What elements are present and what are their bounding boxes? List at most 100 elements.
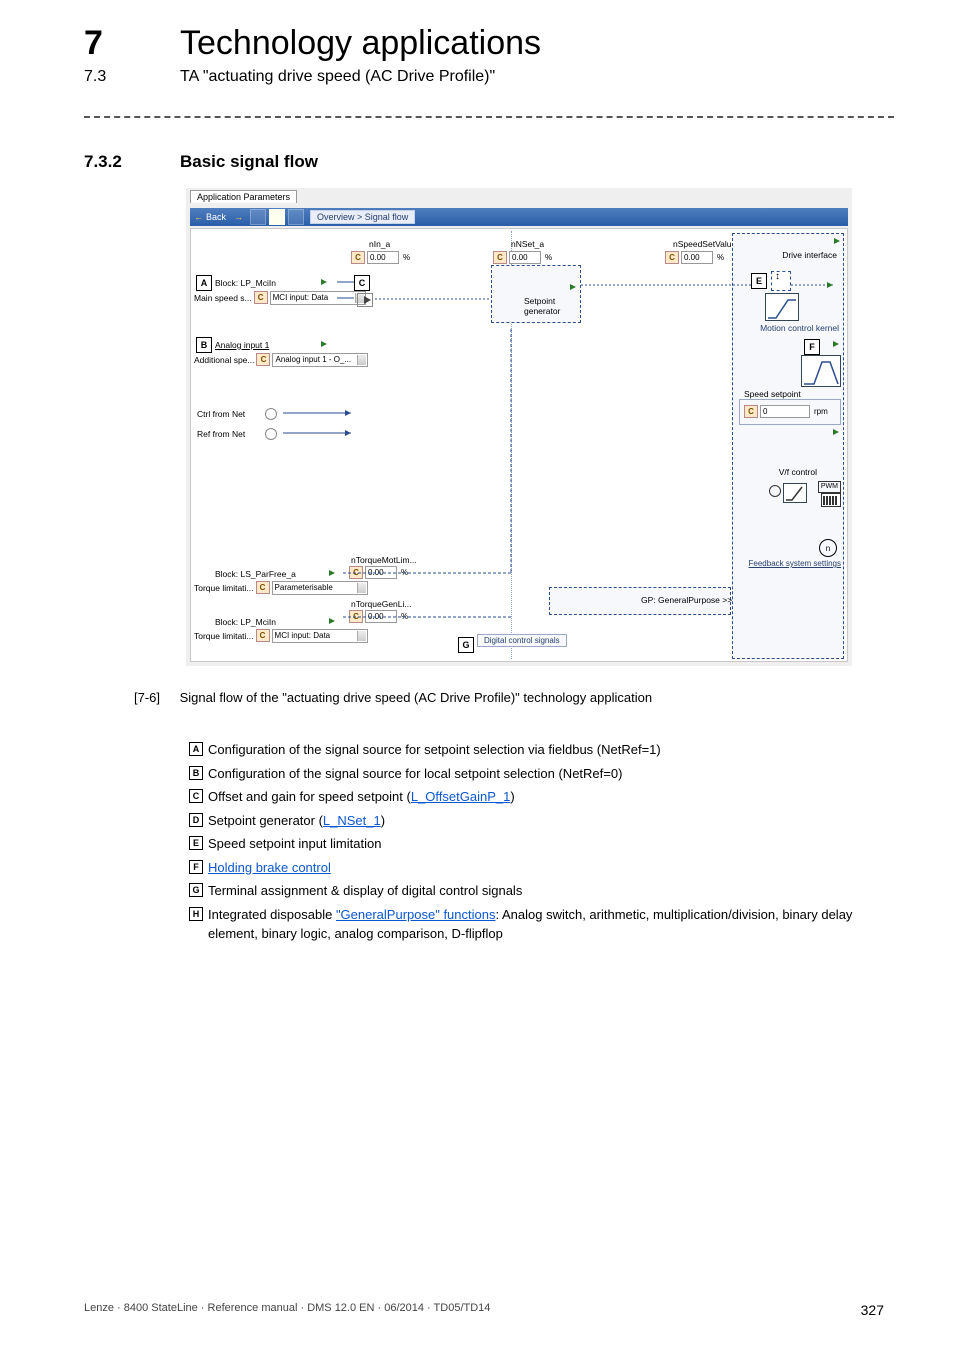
unit-percent: % bbox=[401, 253, 410, 262]
dropdown-main-speed[interactable]: MCI input: Data bbox=[270, 291, 366, 305]
link-l-nset-1[interactable]: L_NSet_1 bbox=[323, 813, 381, 828]
c-chip-icon[interactable]: C bbox=[351, 251, 365, 264]
block-analog-input-1[interactable]: Analog input 1 bbox=[215, 338, 269, 351]
link-l-offsetgainp-1[interactable]: L_OffsetGainP_1 bbox=[411, 789, 511, 804]
divider bbox=[84, 116, 894, 118]
motor-icon: n bbox=[819, 539, 837, 557]
triangle-icon bbox=[364, 296, 371, 304]
vf-ramp-icon[interactable] bbox=[783, 483, 807, 503]
legend-text-d-post: ) bbox=[381, 813, 385, 828]
ramp-icon-e bbox=[765, 293, 799, 321]
arrow-icon bbox=[570, 284, 576, 290]
radio-ref-from-net bbox=[265, 428, 277, 440]
dcs-label: Digital control signals bbox=[477, 634, 567, 647]
marker-f: F bbox=[804, 339, 820, 355]
marker-c: C bbox=[354, 275, 370, 291]
block-title: Block: LP_MciIn bbox=[215, 617, 276, 627]
dropdown-torque-limit-parfree[interactable]: Parameterisable bbox=[272, 581, 368, 595]
updown-arrow-icon: ↕ bbox=[775, 271, 780, 282]
label-nnset-a: nNSet_a bbox=[511, 239, 544, 249]
unit-percent: % bbox=[399, 568, 408, 577]
block-sublabel: Torque limitati... bbox=[194, 583, 254, 593]
link-generalpurpose-functions[interactable]: "GeneralPurpose" functions bbox=[336, 907, 496, 922]
chapter-title: Technology applications bbox=[180, 24, 541, 63]
label-ctrl-from-net: Ctrl from Net bbox=[197, 409, 245, 419]
value-field: 0.00 bbox=[681, 251, 713, 264]
play-button[interactable]: → bbox=[230, 212, 247, 222]
c-chip-icon[interactable]: C bbox=[254, 291, 268, 304]
arrow-icon[interactable] bbox=[321, 279, 327, 285]
block-title: Block: LS_ParFree_a bbox=[215, 569, 296, 579]
block-sublabel: Additional spe... bbox=[194, 355, 254, 365]
marker-b: B bbox=[196, 337, 212, 353]
c-chip-icon[interactable]: C bbox=[349, 566, 363, 579]
value-field: 0.00 bbox=[509, 251, 541, 264]
digital-control-signals-button[interactable]: Digital control signals bbox=[477, 634, 567, 647]
c-chip-icon[interactable]: C bbox=[493, 251, 507, 264]
arrow-icon[interactable] bbox=[329, 618, 335, 624]
label-ntorquegenli: nTorqueGenLi... bbox=[351, 599, 411, 609]
pwm-bars-icon bbox=[821, 493, 841, 507]
setpoint-generator-block[interactable]: Setpoint generator bbox=[491, 265, 581, 323]
unit-percent: % bbox=[715, 253, 724, 262]
marker-g: G bbox=[458, 637, 474, 653]
block-sublabel: Main speed s... bbox=[194, 293, 252, 303]
subsection-number: 7.3.2 bbox=[84, 152, 122, 172]
toolbar-icon-3[interactable] bbox=[288, 209, 304, 225]
setpoint-generator-link[interactable]: Setpoint generator bbox=[524, 296, 560, 316]
key-a: A bbox=[189, 742, 203, 756]
feedback-system-settings-link[interactable]: Feedback system settings bbox=[749, 559, 841, 568]
label-ref-from-net: Ref from Net bbox=[197, 429, 245, 439]
speed-setpoint-value: 0 bbox=[760, 405, 810, 418]
signal-flow-diagram: Application Parameters ← Back → Overview… bbox=[186, 188, 852, 666]
dropdown-torque-limit-mci[interactable]: MCI input: Data bbox=[272, 629, 368, 643]
label-ntorquemotlim: nTorqueMotLim... bbox=[351, 555, 417, 565]
drive-interface-link[interactable]: Drive interface bbox=[782, 250, 837, 260]
c-chip-icon[interactable]: C bbox=[349, 610, 363, 623]
section-title: TA "actuating drive speed (AC Drive Prof… bbox=[180, 68, 495, 86]
arrow-icon[interactable] bbox=[329, 570, 335, 576]
arrow-icon bbox=[833, 429, 839, 435]
breadcrumb[interactable]: Overview > Signal flow bbox=[310, 210, 415, 224]
block-lp-mciin-a[interactable]: Block: LP_MciIn bbox=[215, 276, 276, 289]
motion-control-kernel-link[interactable]: Motion control kernel bbox=[760, 323, 839, 333]
value-field: 0.00 bbox=[367, 251, 399, 264]
label-nin-a: nIn_a bbox=[369, 239, 390, 249]
unit-percent: % bbox=[399, 612, 408, 621]
block-ls-parfree[interactable]: Block: LS_ParFree_a bbox=[215, 567, 296, 580]
toolbar-icon-1[interactable] bbox=[250, 209, 266, 225]
marker-e: E bbox=[751, 273, 767, 289]
dropdown-additional-speed[interactable]: Analog input 1 - O_... bbox=[272, 353, 368, 367]
legend-item-c: COffset and gain for speed setpoint (L_O… bbox=[184, 787, 884, 807]
c-chip-icon[interactable]: C bbox=[744, 405, 758, 418]
legend-item-b: B Configuration of the signal source for … bbox=[184, 764, 884, 784]
legend-text-b: Configuration of the signal source for l… bbox=[208, 764, 884, 784]
unit-percent: % bbox=[543, 253, 552, 262]
key-b: B bbox=[189, 766, 203, 780]
gp-generalpurpose-link[interactable]: GP: GeneralPurpose >> bbox=[641, 595, 732, 605]
legend-text-c-post: ) bbox=[510, 789, 514, 804]
speed-limit-block[interactable]: ↕ bbox=[771, 271, 791, 291]
c-chip-icon[interactable]: C bbox=[256, 629, 270, 642]
c-chip-icon[interactable]: C bbox=[256, 353, 270, 366]
figure-text: Signal flow of the "actuating drive spee… bbox=[180, 690, 652, 705]
c-chip-icon[interactable]: C bbox=[665, 251, 679, 264]
toolbar-icon-2[interactable] bbox=[269, 209, 285, 225]
block-lp-mciin-b[interactable]: Block: LP_MciIn bbox=[215, 615, 276, 628]
value-nnset-a: C 0.00 % bbox=[493, 251, 552, 264]
arrow-icon[interactable] bbox=[321, 341, 327, 347]
c-chip-icon[interactable]: C bbox=[256, 581, 270, 594]
key-f: F bbox=[189, 860, 203, 874]
holding-brake-block[interactable] bbox=[801, 355, 841, 387]
tab-application-parameters[interactable]: Application Parameters bbox=[190, 190, 297, 203]
subsection-title: Basic signal flow bbox=[180, 152, 318, 172]
value-nin-a: C 0.00 % bbox=[351, 251, 410, 264]
back-label: Back bbox=[206, 212, 226, 222]
node-icon bbox=[769, 485, 781, 497]
back-button[interactable]: ← Back bbox=[190, 212, 230, 222]
block-title: Block: LP_MciIn bbox=[215, 278, 276, 288]
legend-text-h-pre: Integrated disposable bbox=[208, 907, 336, 922]
offset-gain-block[interactable] bbox=[357, 293, 373, 307]
legend-item-f: F Holding brake control bbox=[184, 858, 884, 878]
link-holding-brake-control[interactable]: Holding brake control bbox=[208, 860, 331, 875]
